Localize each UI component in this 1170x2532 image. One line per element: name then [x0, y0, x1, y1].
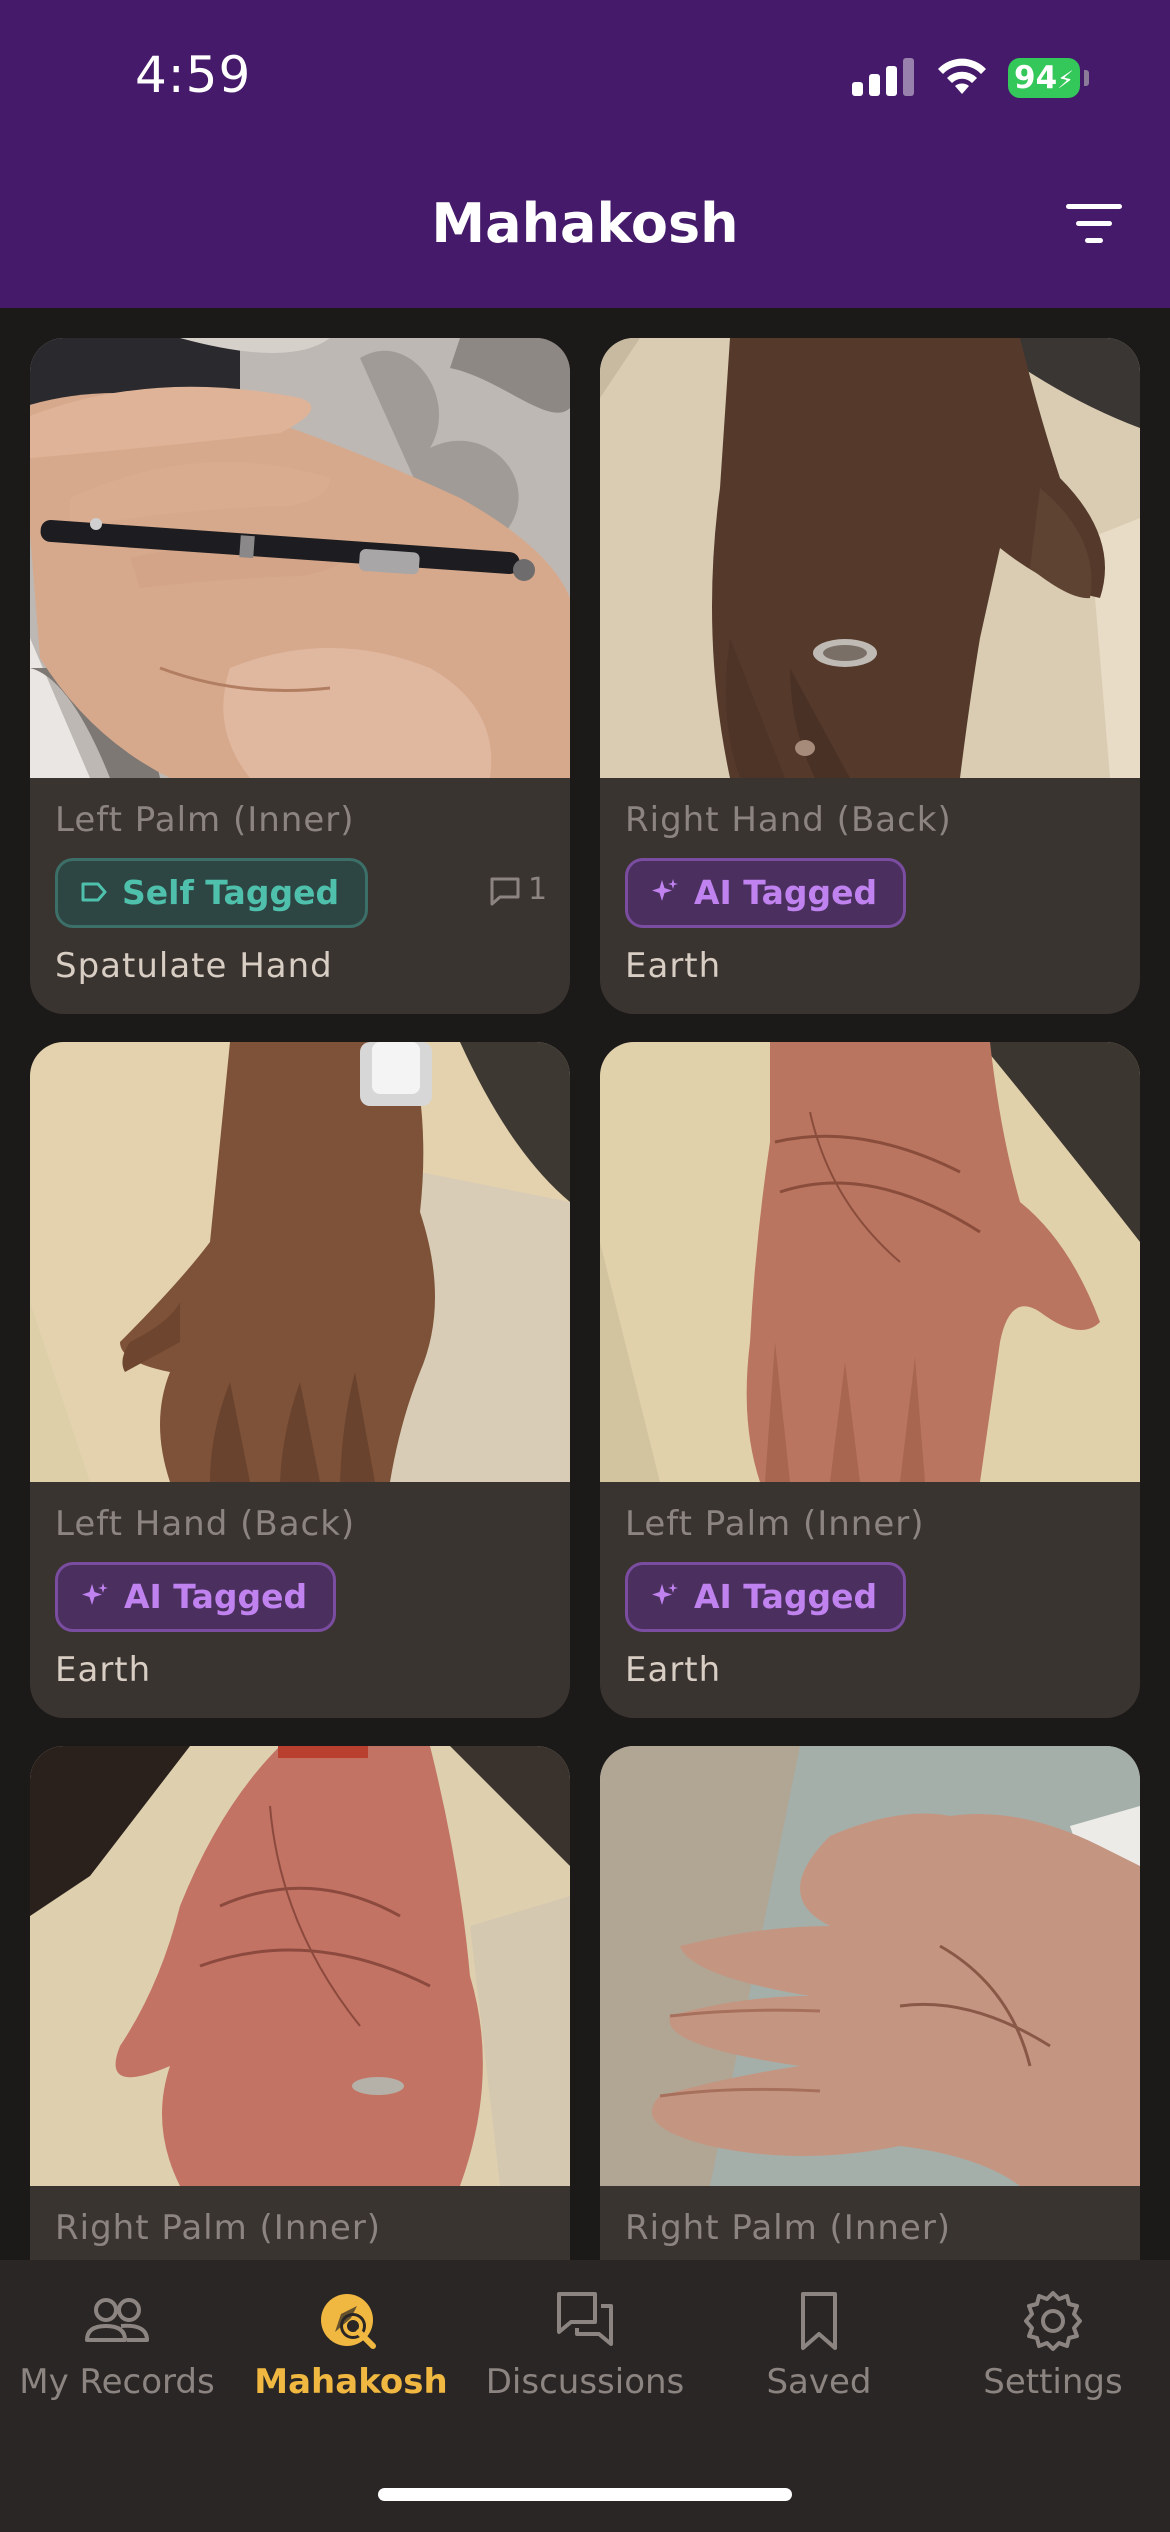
nav-label: Settings: [983, 2362, 1123, 2402]
bottom-nav: My Records Mahakosh Discussions Saved Se…: [0, 2260, 1170, 2532]
record-card[interactable]: Left Hand (Back) AI Tagged Earth: [30, 1042, 570, 1718]
sparkle-icon: [652, 1582, 678, 1605]
card-subtitle: Earth: [55, 1650, 152, 1690]
card-subtitle: Earth: [625, 1650, 722, 1690]
gear-icon: [1024, 2291, 1082, 2351]
card-subtitle: Spatulate Hand: [55, 946, 333, 986]
tag-icon: [81, 882, 107, 901]
ai-tagged-badge[interactable]: AI Tagged: [625, 858, 907, 928]
card-title: Left Palm (Inner): [55, 800, 355, 840]
comment-icon: [490, 877, 520, 905]
comment-count[interactable]: 1: [488, 868, 547, 912]
page-title: Mahakosh: [431, 192, 739, 255]
tag-label: AI Tagged: [694, 873, 878, 912]
status-bar: 4:59 94⚡: [0, 0, 1170, 150]
nav-label: My Records: [19, 2362, 215, 2402]
nav-my-records[interactable]: My Records: [0, 2288, 234, 2402]
record-card[interactable]: Right Hand (Back) AI Tagged Earth: [600, 338, 1140, 1014]
records-grid: Left Palm (Inner) Self Tagged 1 Spatulat…: [30, 338, 1140, 2260]
card-subtitle: Earth: [625, 946, 722, 986]
sparkle-icon: [652, 878, 678, 901]
tag-label: AI Tagged: [694, 1577, 878, 1616]
card-title: Left Hand (Back): [55, 1504, 356, 1544]
app-header: Mahakosh: [0, 150, 1170, 308]
hand-photo: [30, 1042, 570, 1482]
ai-tagged-badge[interactable]: AI Tagged: [625, 1562, 907, 1632]
explore-search-icon: [321, 2294, 376, 2349]
card-title: Left Palm (Inner): [625, 1504, 925, 1544]
hand-photo: [600, 1042, 1140, 1482]
battery-level: 94: [1014, 60, 1058, 96]
home-indicator: [378, 2488, 792, 2501]
nav-label: Mahakosh: [254, 2362, 448, 2402]
nav-discussions[interactable]: Discussions: [468, 2288, 702, 2402]
users-icon: [85, 2298, 149, 2342]
wifi-icon: [938, 58, 986, 94]
hand-photo: [600, 338, 1140, 778]
nav-settings[interactable]: Settings: [936, 2288, 1170, 2402]
card-title: Right Palm (Inner): [625, 2208, 952, 2248]
card-title: Right Palm (Inner): [55, 2208, 382, 2248]
tag-label: AI Tagged: [124, 1577, 308, 1616]
card-title: Right Hand (Back): [625, 800, 952, 840]
signal-icon: [852, 58, 914, 96]
battery-tip: [1084, 70, 1089, 86]
tag-label: Self Tagged: [122, 873, 340, 912]
comment-count-value: 1: [528, 872, 548, 907]
bookmark-icon: [801, 2292, 837, 2350]
nav-mahakosh[interactable]: Mahakosh: [234, 2288, 468, 2402]
hand-photo: [30, 338, 570, 778]
hand-photo: [600, 1746, 1140, 2186]
record-card[interactable]: Left Palm (Inner) AI Tagged Earth: [600, 1042, 1140, 1718]
hand-photo: [30, 1746, 570, 2186]
nav-label: Saved: [766, 2362, 872, 2402]
record-card[interactable]: Right Palm (Inner): [600, 1746, 1140, 2260]
sparkle-icon: [82, 1582, 108, 1605]
record-card[interactable]: Left Palm (Inner) Self Tagged 1 Spatulat…: [30, 338, 570, 1014]
filter-icon[interactable]: [1066, 202, 1126, 246]
battery-icon: 94⚡: [1008, 58, 1080, 98]
self-tagged-badge[interactable]: Self Tagged: [55, 858, 369, 928]
record-card[interactable]: Right Palm (Inner): [30, 1746, 570, 2260]
status-time: 4:59: [135, 46, 252, 104]
chat-bubbles-icon: [557, 2292, 613, 2346]
ai-tagged-badge[interactable]: AI Tagged: [55, 1562, 337, 1632]
nav-saved[interactable]: Saved: [702, 2288, 936, 2402]
nav-label: Discussions: [485, 2362, 685, 2402]
